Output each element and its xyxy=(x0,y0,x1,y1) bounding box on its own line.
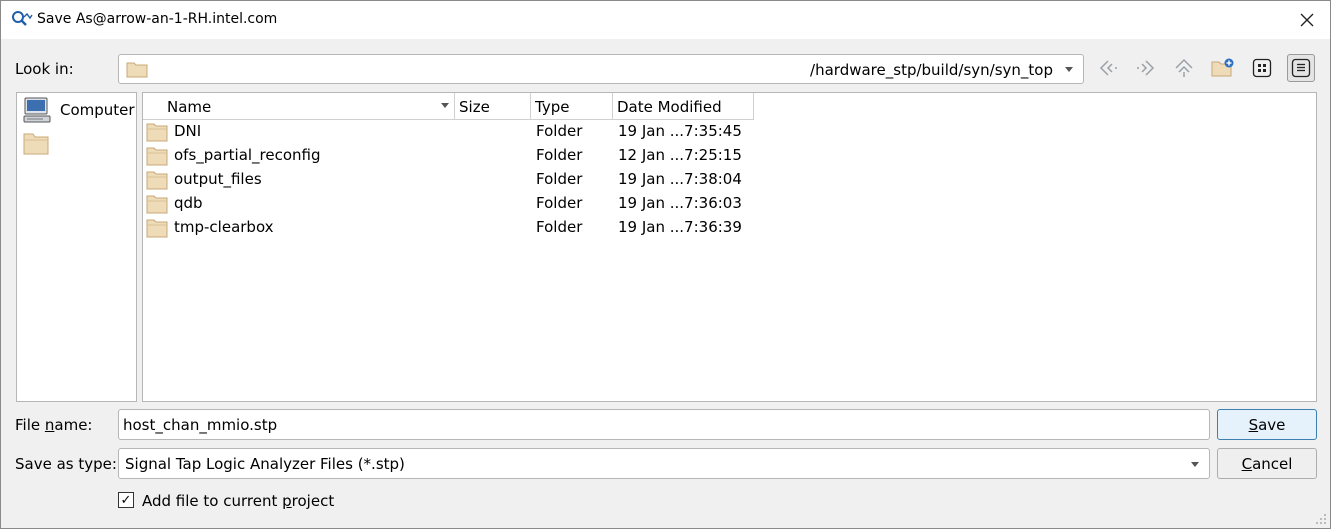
forward-button[interactable] xyxy=(1132,54,1160,82)
table-row[interactable]: tmp-clearbox Folder 19 Jan ...7:36:39 xyxy=(143,216,754,240)
file-name-label: File name: xyxy=(15,416,93,434)
save-as-type-value: Signal Tap Logic Analyzer Files (*.stp) xyxy=(125,455,405,473)
table-row[interactable]: qdb Folder 19 Jan ...7:36:03 xyxy=(143,192,754,216)
file-type: Folder xyxy=(536,146,583,164)
sidebar-item-computer[interactable]: Computer xyxy=(23,97,135,123)
file-name: output_files xyxy=(174,170,262,188)
column-header-size[interactable]: Size xyxy=(455,93,531,120)
check-mark-icon: ✓ xyxy=(120,492,132,508)
window-title: Save As@arrow-an-1-RH.intel.com xyxy=(37,11,278,27)
list-view-icon xyxy=(1252,58,1272,78)
save-as-type-select[interactable]: Signal Tap Logic Analyzer Files (*.stp) xyxy=(118,448,1210,479)
forward-icon xyxy=(1137,60,1155,76)
folder-icon xyxy=(146,171,168,190)
look-in-combobox[interactable]: /hardware_stp/build/syn/syn_top xyxy=(118,54,1084,84)
cancel-button[interactable]: Cancel xyxy=(1217,448,1317,479)
file-date: 19 Jan ...7:36:39 xyxy=(618,218,742,236)
parent-directory-button[interactable] xyxy=(1170,54,1198,82)
table-row[interactable]: ofs_partial_reconfig Folder 12 Jan ...7:… xyxy=(143,144,754,168)
parent-directory-icon xyxy=(1175,58,1193,77)
column-header-label: Type xyxy=(535,98,570,116)
column-header-label: Date Modified xyxy=(617,98,722,116)
new-folder-icon xyxy=(1211,58,1234,77)
column-header-label: Size xyxy=(459,98,490,116)
file-list-header: Name Size Type Date Modified xyxy=(143,93,754,120)
folder-icon xyxy=(23,133,49,155)
add-to-project-label: Add file to current project xyxy=(142,492,335,510)
sidebar-item-label: Computer xyxy=(60,101,135,119)
folder-icon xyxy=(146,147,168,166)
file-name-input[interactable]: host_chan_mmio.stp xyxy=(118,409,1210,440)
file-name: ofs_partial_reconfig xyxy=(174,146,321,164)
file-type: Folder xyxy=(536,122,583,140)
file-name: qdb xyxy=(174,194,203,212)
title-bar: Save As@arrow-an-1-RH.intel.com xyxy=(1,1,1330,39)
close-icon xyxy=(1300,13,1314,27)
save-button-label: Save xyxy=(1248,415,1286,434)
file-name: tmp-clearbox xyxy=(174,218,274,236)
look-in-label: Look in: xyxy=(15,60,74,78)
add-to-project-checkbox[interactable]: ✓ xyxy=(118,492,134,508)
detail-view-icon xyxy=(1291,58,1311,78)
resize-grip-icon[interactable] xyxy=(1315,513,1327,525)
save-as-type-label: Save as type: xyxy=(15,455,117,473)
file-date: 12 Jan ...7:25:15 xyxy=(618,146,742,164)
new-folder-button[interactable] xyxy=(1209,54,1237,82)
file-date: 19 Jan ...7:36:03 xyxy=(618,194,742,212)
back-button[interactable] xyxy=(1094,54,1122,82)
column-header-type[interactable]: Type xyxy=(531,93,613,120)
folder-icon xyxy=(146,195,168,214)
folder-icon xyxy=(146,219,168,238)
file-type: Folder xyxy=(536,218,583,236)
file-date: 19 Jan ...7:38:04 xyxy=(618,170,742,188)
table-row[interactable]: output_files Folder 19 Jan ...7:38:04 xyxy=(143,168,754,192)
file-list: Name Size Type Date Modified DNI Folder … xyxy=(142,92,1317,402)
sort-descending-icon xyxy=(441,103,449,108)
list-view-button[interactable] xyxy=(1248,54,1276,82)
file-name: DNI xyxy=(174,122,202,140)
table-row[interactable]: DNI Folder 19 Jan ...7:35:45 xyxy=(143,120,754,144)
folder-icon xyxy=(126,60,148,82)
save-button[interactable]: Save xyxy=(1217,409,1317,440)
folder-icon xyxy=(146,123,168,142)
column-header-label: Name xyxy=(167,98,212,116)
look-in-path: /hardware_stp/build/syn/syn_top xyxy=(810,61,1053,79)
column-header-date-modified[interactable]: Date Modified xyxy=(613,93,754,120)
close-button[interactable] xyxy=(1284,1,1330,39)
app-search-icon xyxy=(11,10,33,30)
computer-icon xyxy=(23,97,51,123)
chevron-down-icon xyxy=(1065,67,1073,72)
cancel-button-label: Cancel xyxy=(1241,454,1293,473)
detail-view-button[interactable] xyxy=(1287,54,1315,82)
back-icon xyxy=(1099,60,1117,76)
chevron-down-icon xyxy=(1191,462,1199,467)
file-type: Folder xyxy=(536,170,583,188)
file-date: 19 Jan ...7:35:45 xyxy=(618,122,742,140)
save-as-dialog: Save As@arrow-an-1-RH.intel.com Look in:… xyxy=(0,0,1331,529)
sidebar-item-folder[interactable] xyxy=(23,131,58,155)
column-header-name[interactable]: Name xyxy=(143,93,455,120)
places-sidebar: Computer xyxy=(16,92,137,402)
file-name-value: host_chan_mmio.stp xyxy=(123,416,278,434)
file-type: Folder xyxy=(536,194,583,212)
